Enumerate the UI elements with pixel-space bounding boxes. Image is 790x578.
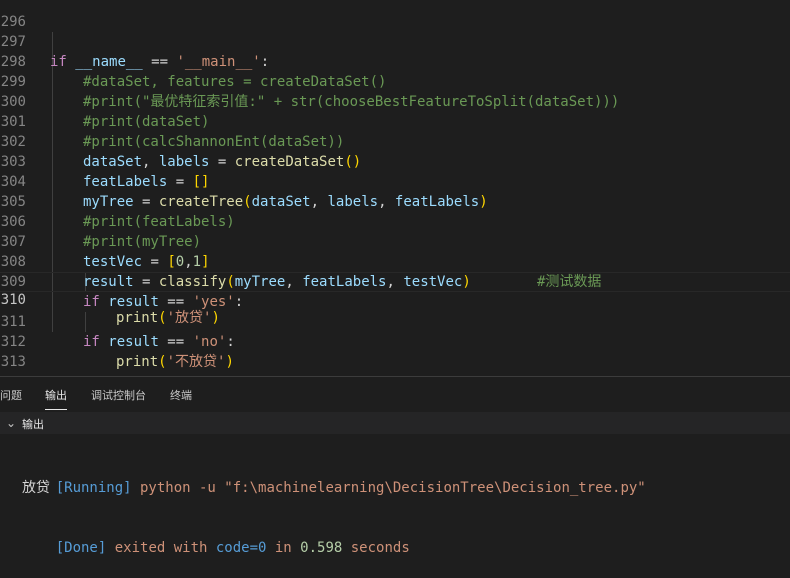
tab-problems[interactable]: 问题 — [0, 387, 22, 409]
tab-debug-console[interactable]: 调试控制台 — [91, 387, 146, 409]
close-paren: ) — [225, 354, 234, 370]
panel-tabs: 问题 输出 调试控制台 终端 — [0, 377, 790, 411]
bottom-panel: 问题 输出 调试控制台 终端 ⌄ 输出 [Running] python -u … — [0, 376, 790, 556]
code-line[interactable]: 313 — [0, 332, 790, 370]
code-line[interactable]: 302 dataSet, labels = createDataSet() — [0, 112, 790, 170]
open-paren: ( — [158, 354, 167, 370]
line-number: 313 — [0, 354, 26, 370]
output-line: [Running] python -u "f:\machinelearning\… — [22, 458, 646, 518]
code-line[interactable]: 308 result = classify(myTree, featLabels… — [0, 232, 790, 290]
code-line[interactable]: 312 print('不放贷') — [0, 312, 790, 370]
code-line[interactable]: 307 testVec = [0,1] #测试数据 — [0, 212, 790, 290]
code-editor[interactable]: 296 297 if __name__ == '__main__': 298 #… — [0, 0, 790, 376]
code-line[interactable]: 297 if __name__ == '__main__': — [0, 12, 790, 70]
code-line[interactable]: 299 #print("最优特征索引值:" + str(chooseBestFe… — [0, 52, 790, 110]
code-line[interactable]: 304 myTree = createTree(dataSet, labels,… — [0, 152, 790, 210]
seconds-label: seconds — [342, 540, 410, 556]
output-line: [Done] exited with code=0 in 0.598 secon… — [22, 518, 410, 578]
output-section-title: 输出 — [22, 418, 44, 431]
exit-code: code=0 — [215, 540, 267, 556]
running-tag: [Running] — [55, 480, 132, 496]
code-line[interactable]: 305 #print(featLabels) — [0, 172, 790, 230]
code-line[interactable]: 301 #print(calcShannonEnt(dataSet)) — [0, 92, 790, 150]
string-literal: '不放贷' — [166, 354, 226, 370]
code-line[interactable]: 298 #dataSet, features = createDataSet() — [0, 32, 790, 90]
run-command: python -u "f:\machinelearning\DecisionTr… — [131, 480, 646, 496]
tab-terminal[interactable]: 终端 — [170, 387, 192, 409]
code-line[interactable]: 303 featLabels = [] — [0, 132, 790, 190]
exit-text: exited with — [106, 540, 216, 556]
code-line-current[interactable]: 310 print('放贷') — [0, 272, 790, 326]
tab-output[interactable]: 输出 — [45, 387, 67, 410]
output-result: 放贷 — [22, 480, 50, 496]
code-line[interactable]: 311 if result == 'no': — [0, 292, 790, 350]
code-line[interactable]: 300 #print(dataSet) — [0, 72, 790, 130]
in-text: in — [266, 540, 301, 556]
done-tag: [Done] — [55, 540, 107, 556]
elapsed-seconds: 0.598 — [300, 540, 343, 556]
function-name: print — [116, 354, 159, 370]
code-line[interactable]: 306 #print(myTree) — [0, 192, 790, 250]
code-line[interactable]: 309 if result == 'yes': — [0, 252, 790, 310]
code-line[interactable]: 296 — [0, 0, 790, 30]
chevron-down-icon[interactable]: ⌄ — [6, 416, 16, 430]
output-section-header[interactable]: ⌄ 输出 — [0, 412, 790, 434]
